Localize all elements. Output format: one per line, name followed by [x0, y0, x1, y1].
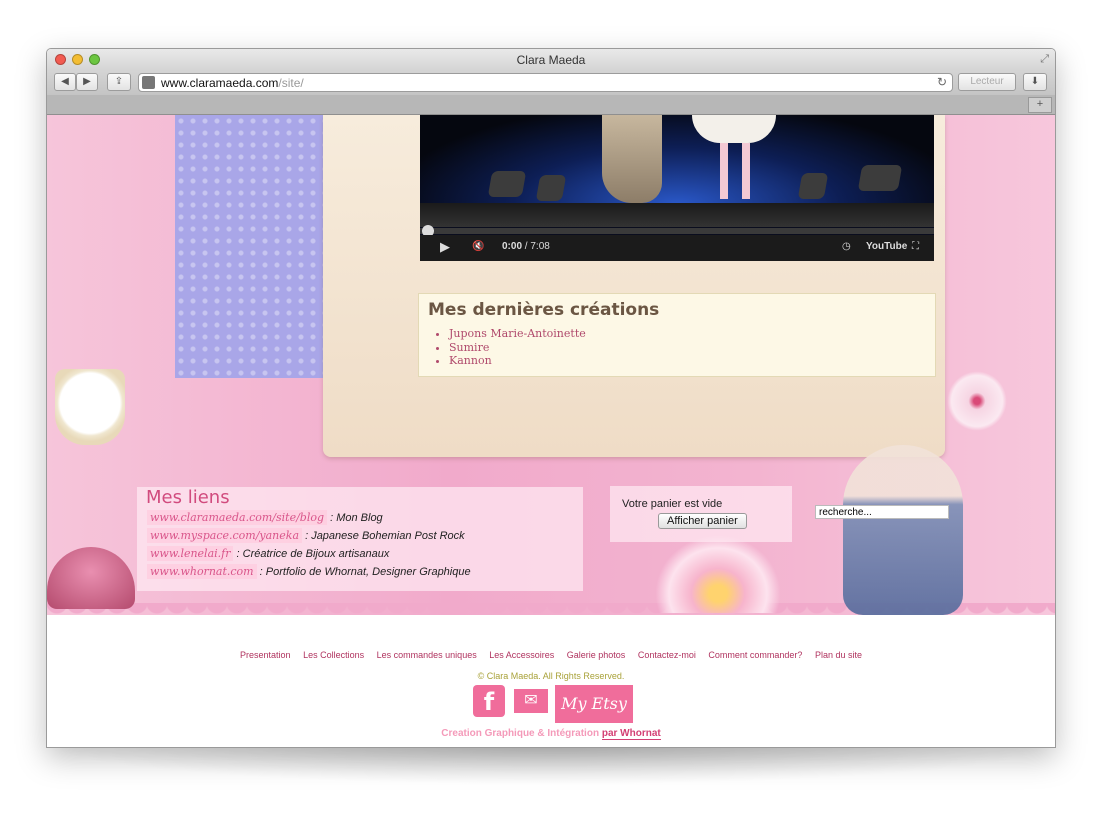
video-fullscreen-icon[interactable]: ⛶	[912, 241, 919, 252]
latest-creations-box: Mes dernières créations Jupons Marie-Ant…	[418, 293, 936, 377]
browser-toolbar: ◀ ▶ ⇪ www.claramaeda.com/site/ ↻ Lecteur…	[47, 71, 1055, 95]
footer-link-presentation[interactable]: Presentation	[240, 650, 291, 660]
footer-link-contact[interactable]: Contactez-moi	[638, 650, 696, 660]
youtube-logo-icon[interactable]: YouTube	[866, 241, 907, 252]
video-player[interactable]: ▶ 🔇 0:00 / 7:08 ◷ YouTube ⛶	[420, 115, 934, 261]
share-icon: ⇪	[114, 76, 124, 87]
link-description: : Japanese Bohemian Post Rock	[305, 530, 465, 542]
latest-creations-title: Mes dernières créations	[428, 300, 660, 320]
my-links-title: Mes liens	[146, 487, 230, 508]
footer-navigation: Presentation Les Collections Les command…	[47, 650, 1055, 660]
site-favicon-icon	[142, 76, 155, 89]
video-progress-bar[interactable]	[420, 228, 934, 234]
video-time-total: / 7:08	[524, 241, 550, 252]
link-row: www.claramaeda.com/site/blog : Mon Blog	[147, 510, 383, 525]
play-icon[interactable]: ▶	[440, 239, 450, 255]
web-page: ▶ 🔇 0:00 / 7:08 ◷ YouTube ⛶ Mes dernière…	[47, 115, 1055, 747]
creation-link[interactable]: Sumire	[449, 341, 586, 355]
forward-button[interactable]: ▶	[76, 73, 98, 91]
back-button[interactable]: ◀	[54, 73, 76, 91]
link-url[interactable]: www.claramaeda.com/site/blog	[147, 510, 328, 525]
performer-leg	[742, 143, 750, 199]
link-description: : Portfolio de Whornat, Designer Graphiq…	[259, 566, 471, 578]
footer-link-photo-gallery[interactable]: Galerie photos	[567, 650, 626, 660]
tab-strip: +	[47, 95, 1055, 115]
reader-button[interactable]: Lecteur	[958, 73, 1016, 91]
footer-link-accessories[interactable]: Les Accessoires	[489, 650, 554, 660]
copyright-text: © Clara Maeda. All Rights Reserved.	[477, 671, 625, 681]
cart-box: Votre panier est vide Afficher panier	[610, 486, 792, 542]
url-path: /site/	[278, 76, 304, 90]
link-url[interactable]: www.myspace.com/yaneka	[147, 528, 303, 543]
performer-figure	[602, 115, 662, 203]
footer-link-how-to-order[interactable]: Comment commander?	[708, 650, 802, 660]
back-arrow-icon: ◀	[61, 76, 69, 87]
my-links-box: Mes liens www.claramaeda.com/site/blog :…	[137, 487, 583, 591]
video-time: 0:00 / 7:08	[502, 241, 550, 252]
performer-leg	[720, 143, 728, 199]
facebook-icon[interactable]: f	[473, 685, 505, 717]
window-shadow	[46, 745, 1054, 785]
teapot-decoration	[47, 547, 135, 609]
lotus-flower-decoration	[655, 535, 781, 613]
damask-pattern-panel	[175, 115, 323, 378]
url-text: www.claramaeda.com/site/	[161, 76, 304, 90]
creation-link[interactable]: Kannon	[449, 354, 586, 368]
stage-speaker	[797, 173, 829, 199]
browser-window: Clara Maeda ⤢ ◀ ▶ ⇪ www.claramaeda.com/s…	[46, 48, 1056, 748]
footer-link-sitemap[interactable]: Plan du site	[815, 650, 862, 660]
link-row: www.lenelai.fr : Créatrice de Bijoux art…	[147, 546, 390, 561]
url-domain: www.claramaeda.com	[161, 76, 279, 90]
show-cart-button[interactable]: Afficher panier	[658, 513, 747, 529]
creation-link[interactable]: Jupons Marie-Antoinette	[449, 327, 586, 341]
download-icon: ⬇	[1030, 76, 1040, 87]
title-bar: Clara Maeda ⤢	[47, 49, 1055, 71]
reload-icon[interactable]: ↻	[937, 75, 947, 89]
design-credit: Creation Graphique & Intégration par Who…	[47, 728, 1055, 740]
link-row: www.myspace.com/yaneka : Japanese Bohemi…	[147, 528, 465, 543]
forward-arrow-icon: ▶	[83, 76, 91, 87]
window-title: Clara Maeda	[516, 53, 586, 67]
video-controls: ▶ 🔇 0:00 / 7:08 ◷ YouTube ⛶	[420, 235, 934, 261]
fullscreen-icon[interactable]: ⤢	[1040, 53, 1049, 66]
link-description: : Créatrice de Bijoux artisanaux	[236, 548, 390, 560]
address-bar[interactable]: www.claramaeda.com/site/ ↻	[138, 73, 953, 92]
latest-creations-list: Jupons Marie-Antoinette Sumire Kannon	[449, 327, 586, 368]
footer-link-collections[interactable]: Les Collections	[303, 650, 364, 660]
search-input[interactable]	[815, 505, 949, 519]
credit-link[interactable]: par Whornat	[601, 728, 661, 740]
cherry-blossom-decoration	[947, 371, 1007, 431]
mail-icon[interactable]: ✉	[514, 689, 548, 713]
link-row: www.whornat.com : Portfolio de Whornat, …	[147, 564, 471, 579]
stage-speaker	[857, 165, 903, 191]
share-button[interactable]: ⇪	[107, 73, 131, 91]
stage-floor	[420, 203, 934, 227]
footer-link-custom-orders[interactable]: Les commandes uniques	[377, 650, 477, 660]
mute-icon[interactable]: 🔇	[472, 241, 484, 252]
doll-decoration	[843, 445, 963, 615]
watch-later-icon[interactable]: ◷	[842, 241, 851, 252]
downloads-button[interactable]: ⬇	[1023, 73, 1047, 91]
new-tab-button[interactable]: +	[1028, 97, 1052, 113]
teacup-decoration	[55, 369, 125, 445]
etsy-button[interactable]: My Etsy	[555, 685, 633, 723]
link-description: : Mon Blog	[330, 512, 383, 524]
cart-status: Votre panier est vide	[622, 498, 723, 510]
link-url[interactable]: www.lenelai.fr	[147, 546, 234, 561]
credit-text: Creation Graphique & Intégration	[441, 728, 600, 739]
stage-speaker	[535, 175, 567, 201]
link-url[interactable]: www.whornat.com	[147, 564, 257, 579]
stage-speaker	[487, 171, 527, 197]
video-time-current: 0:00	[502, 241, 523, 252]
